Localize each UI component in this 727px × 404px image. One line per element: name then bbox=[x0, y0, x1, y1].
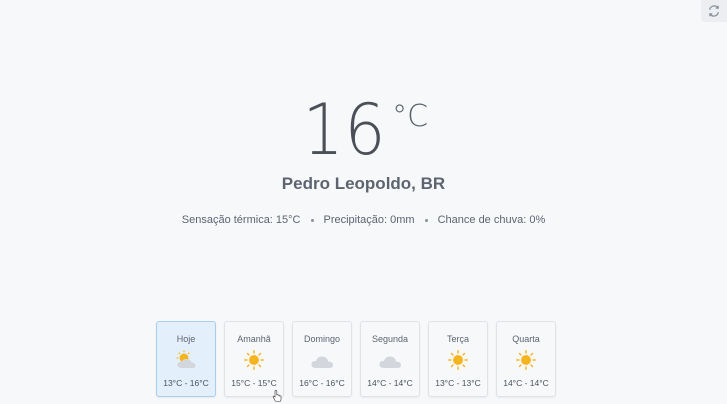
current-temperature: 16 °C bbox=[0, 92, 727, 168]
temperature-unit: °C bbox=[392, 99, 429, 134]
sun-icon bbox=[448, 350, 468, 370]
feels-like: Sensação térmica: 15°C bbox=[181, 214, 301, 226]
refresh-button[interactable] bbox=[701, 0, 727, 22]
cloud-icon bbox=[311, 356, 333, 368]
separator-dot bbox=[310, 218, 314, 222]
temperature-range: 14°C - 14°C bbox=[367, 378, 413, 388]
location-name: Pedro Leopoldo, BR bbox=[281, 174, 446, 193]
temperature-range: 14°C - 14°C bbox=[503, 378, 549, 388]
forecast-day-amanha[interactable]: Amanhã 15°C - 15°C bbox=[224, 321, 284, 397]
forecast-day-domingo[interactable]: Domingo 16°C - 16°C bbox=[292, 321, 352, 397]
day-name: Quarta bbox=[512, 334, 540, 344]
separator-dot bbox=[424, 218, 428, 222]
sun-icon bbox=[516, 350, 536, 370]
day-name: Amanhã bbox=[237, 334, 271, 344]
forecast-day-terca[interactable]: Terça 13°C - 13°C bbox=[428, 321, 488, 397]
forecast-day-segunda[interactable]: Segunda 14°C - 14°C bbox=[360, 321, 420, 397]
cloud-icon bbox=[379, 356, 401, 368]
mouse-cursor-icon bbox=[272, 390, 282, 402]
sun-icon bbox=[244, 350, 264, 370]
precipitation: Precipitação: 0mm bbox=[323, 214, 415, 226]
temperature-range: 16°C - 16°C bbox=[299, 378, 345, 388]
day-name: Terça bbox=[446, 334, 469, 344]
weather-details: Sensação térmica: 15°C Precipitação: 0mm… bbox=[0, 214, 727, 226]
temperature-range: 13°C - 16°C bbox=[163, 378, 209, 388]
temperature-value: 16 bbox=[302, 89, 387, 171]
partly-cloudy-icon bbox=[176, 350, 196, 368]
day-name: Hoje bbox=[176, 334, 196, 344]
day-name: Segunda bbox=[371, 334, 409, 344]
day-name: Domingo bbox=[303, 334, 341, 344]
refresh-icon bbox=[709, 5, 719, 17]
temperature-range: 15°C - 15°C bbox=[231, 378, 277, 388]
rain-chance: Chance de chuva: 0% bbox=[437, 214, 546, 226]
forecast-list: Hoje 13°C - 16°C Amanhã 15°C - 15°C Domi… bbox=[156, 321, 556, 397]
forecast-day-quarta[interactable]: Quarta 14°C - 14°C bbox=[496, 321, 556, 397]
temperature-range: 13°C - 13°C bbox=[435, 378, 481, 388]
forecast-day-hoje[interactable]: Hoje 13°C - 16°C bbox=[156, 321, 216, 397]
